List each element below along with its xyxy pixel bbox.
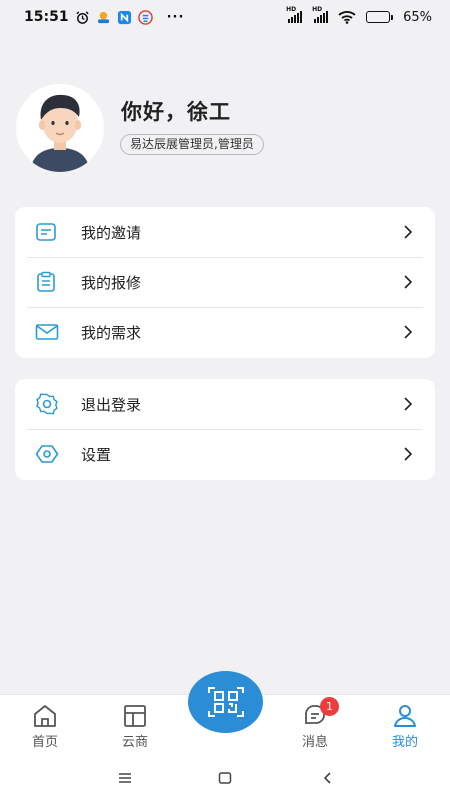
tab-cloud-shop[interactable]: 云商 [105, 703, 165, 750]
battery-percent: 65% [403, 9, 432, 25]
nfc-icon [117, 10, 132, 25]
profile-header: 你好，徐工 易达辰展管理员,管理员 [16, 84, 436, 172]
tab-home[interactable]: 首页 [15, 703, 75, 750]
chevron-right-icon [403, 274, 413, 290]
menu-item-label: 我的需求 [81, 323, 142, 342]
repair-clipboard-icon [35, 271, 57, 293]
avatar[interactable] [16, 84, 104, 172]
menu-item-label: 我的邀请 [81, 223, 142, 242]
signal-icon: HD [312, 6, 329, 23]
tab-messages[interactable]: 1 消息 [285, 697, 345, 750]
signal-icon: HD [286, 6, 303, 23]
chevron-right-icon [403, 396, 413, 412]
mail-envelope-icon [35, 321, 59, 343]
scan-qr-button[interactable] [188, 671, 263, 733]
menu-icon[interactable] [117, 770, 133, 786]
hd-label: HD [312, 6, 323, 13]
user-greeting: 你好，徐工 [121, 100, 231, 124]
menu-item-repairs[interactable]: 我的报修 [15, 257, 435, 307]
settings-hexagon-icon [35, 443, 59, 465]
wifi-icon [338, 10, 356, 24]
more-notifications: ··· [166, 9, 185, 25]
system-navigation-bar [0, 756, 450, 800]
battery-icon [366, 11, 394, 23]
tab-label: 消息 [301, 735, 328, 750]
menu-item-label: 退出登录 [81, 395, 142, 414]
chevron-right-icon [403, 446, 413, 462]
alarm-icon [75, 10, 90, 25]
menu-item-label: 设置 [81, 445, 112, 464]
role-badge: 易达辰展管理员,管理员 [120, 134, 264, 155]
qr-code-icon [207, 685, 245, 719]
home-icon [32, 703, 58, 729]
tab-label: 首页 [31, 735, 58, 750]
tab-label: 我的 [391, 735, 418, 750]
menu-item-requirements[interactable]: 我的需求 [15, 307, 435, 357]
logout-gear-icon [35, 393, 58, 415]
menu-card-account: 退出登录 设置 [15, 379, 435, 480]
menu-item-invitations[interactable]: 我的邀请 [15, 207, 435, 257]
chevron-right-icon [403, 224, 413, 240]
menu-item-label: 我的报修 [81, 273, 142, 292]
menu-item-settings[interactable]: 设置 [15, 429, 435, 479]
user-icon [392, 703, 418, 729]
tab-label: 云商 [121, 735, 148, 750]
hd-label: HD [286, 6, 297, 13]
home-square-icon[interactable] [217, 770, 233, 786]
status-bar: 15:51 ··· HD HD 65% [0, 0, 450, 34]
chevron-right-icon [403, 324, 413, 340]
menu-card-personal: 我的邀请 我的报修 我的需求 [15, 207, 435, 358]
layout-icon [122, 703, 148, 729]
back-icon[interactable] [320, 770, 336, 786]
unread-badge: 1 [320, 697, 339, 716]
invitation-icon [35, 221, 57, 243]
app-icon [137, 9, 153, 25]
menu-item-logout[interactable]: 退出登录 [15, 379, 435, 429]
tab-me[interactable]: 我的 [375, 703, 435, 750]
app-notification-icon [96, 10, 111, 25]
status-time: 15:51 [24, 9, 69, 25]
